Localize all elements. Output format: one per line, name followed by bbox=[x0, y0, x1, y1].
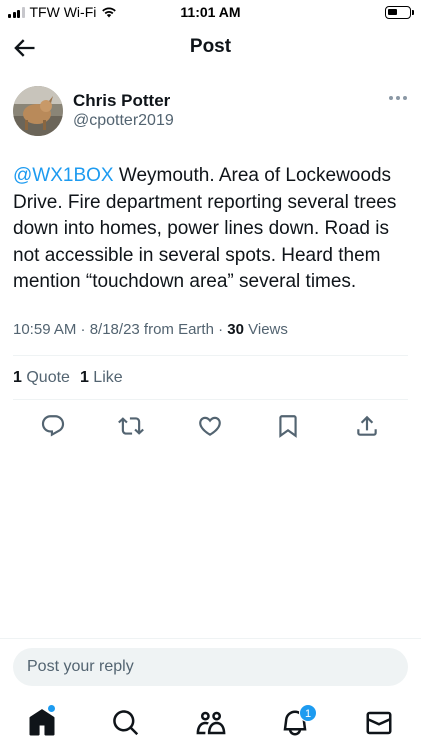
nav-header: Post bbox=[0, 28, 421, 68]
messages-icon[interactable] bbox=[364, 708, 394, 738]
like-icon[interactable] bbox=[197, 413, 223, 439]
bookmark-icon[interactable] bbox=[275, 413, 301, 439]
share-icon[interactable] bbox=[354, 413, 380, 439]
search-icon[interactable] bbox=[111, 708, 141, 738]
page-title: Post bbox=[189, 36, 232, 57]
author-name[interactable]: Chris Potter bbox=[73, 91, 170, 111]
communities-icon[interactable] bbox=[196, 708, 226, 738]
author-handle[interactable]: @cpotter2019 bbox=[73, 112, 174, 130]
timestamp: 10:59 AM · 8/18/23 from Earth · bbox=[13, 321, 228, 338]
divider bbox=[13, 399, 408, 400]
home-icon[interactable] bbox=[27, 708, 57, 738]
action-bar bbox=[0, 410, 421, 440]
likes-count: 1 bbox=[79, 369, 89, 386]
tweet-text: @WX1BOX Weymouth. Area of Lockewoods Dri… bbox=[13, 163, 409, 296]
retweet-icon[interactable] bbox=[118, 413, 144, 439]
mention-link[interactable]: @WX1BOX bbox=[13, 165, 114, 186]
battery-icon bbox=[385, 6, 414, 19]
likes-label: Like bbox=[88, 369, 123, 386]
notifications-badge: 1 bbox=[299, 704, 317, 722]
quotes-stat[interactable]: 1 Quote bbox=[13, 369, 70, 387]
views-count: 30 bbox=[227, 321, 244, 338]
likes-stat[interactable]: 1 Like bbox=[80, 369, 123, 387]
tab-bar: 1 bbox=[0, 700, 421, 750]
status-time: 11:01 AM bbox=[180, 4, 241, 20]
status-bar: TFW Wi-Fi 11:01 AM bbox=[0, 0, 421, 26]
reply-input[interactable]: Post your reply bbox=[13, 648, 408, 686]
divider bbox=[13, 355, 408, 356]
quotes-label: Quote bbox=[21, 369, 70, 386]
avatar[interactable] bbox=[13, 86, 63, 136]
reply-divider bbox=[0, 638, 421, 639]
reply-icon[interactable] bbox=[40, 413, 66, 439]
views-label: Views bbox=[243, 321, 288, 338]
tweet-meta: 10:59 AM · 8/18/23 from Earth · 30 Views bbox=[13, 321, 288, 338]
engagement-stats: 1 Quote 1 Like bbox=[13, 369, 123, 387]
home-unread-dot bbox=[48, 705, 55, 712]
more-options-icon[interactable] bbox=[389, 96, 407, 100]
quotes-count: 1 bbox=[13, 369, 22, 386]
